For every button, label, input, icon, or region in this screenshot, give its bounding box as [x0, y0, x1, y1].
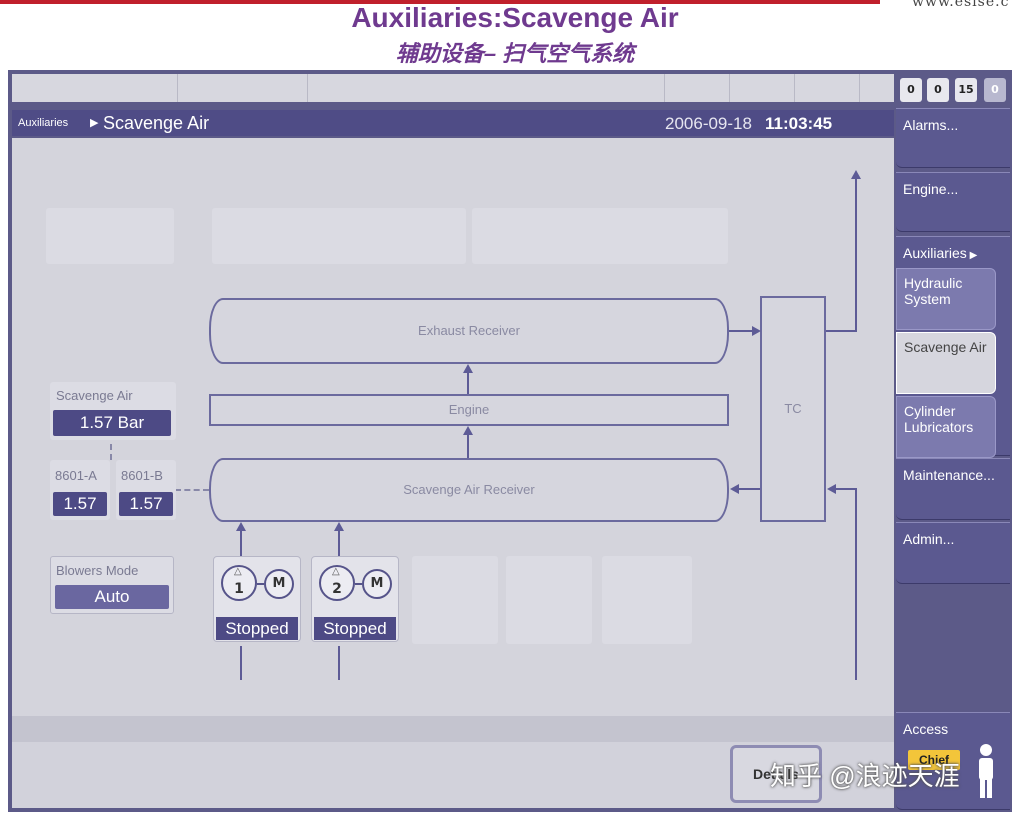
menu-alarms[interactable]: Alarms...: [896, 108, 1010, 168]
page-title: Scavenge Air: [103, 113, 210, 133]
shaft-line: [355, 583, 362, 585]
flow-line: [467, 372, 469, 394]
breadcrumb-arrow-icon: ▶: [90, 117, 99, 129]
sensor-label: 8601-A: [55, 468, 97, 483]
alarm-counter[interactable]: 0: [927, 78, 949, 102]
placeholder-panel: [46, 208, 174, 264]
placeholder-panel: [472, 208, 728, 264]
alarm-counter[interactable]: 15: [955, 78, 977, 102]
toolbar-divider: [794, 74, 795, 102]
menu-admin[interactable]: Admin...: [896, 522, 1010, 584]
flow-line: [826, 330, 856, 332]
toolbar-divider: [177, 74, 178, 102]
watermark: 知乎 @浪迹天涯: [770, 761, 960, 791]
breadcrumb-parent[interactable]: Auxiliaries: [18, 117, 68, 129]
sensor-value[interactable]: 1.57: [53, 492, 107, 516]
flow-arrow-up-icon: [463, 426, 473, 435]
placeholder-panel: [602, 556, 692, 644]
blower-status: Stopped: [216, 617, 298, 640]
flow-arrow-up-icon: [851, 170, 861, 179]
menu-cylinder-lubricators[interactable]: Cylinder Lubricators: [896, 396, 996, 458]
placeholder-panel: [412, 556, 498, 644]
sensor-connector: [110, 444, 112, 460]
flow-arrow-up-icon: [334, 522, 344, 531]
flow-line: [338, 530, 340, 556]
flow-line: [240, 530, 242, 556]
menu-hydraulic-system[interactable]: Hydraulic System: [896, 268, 996, 330]
blower-2[interactable]: 2 △ M Stopped: [311, 556, 399, 642]
slide-title: Auxiliaries:Scavenge Air: [351, 2, 679, 33]
menu-engine[interactable]: Engine...: [896, 172, 1010, 232]
flow-arrow-left-icon: [827, 484, 836, 494]
blowers-mode-select[interactable]: Auto: [55, 585, 169, 609]
sensor-label: 8601-B: [121, 468, 163, 483]
flow-line: [836, 488, 857, 490]
alarm-counter[interactable]: 0: [984, 78, 1006, 102]
engine-block[interactable]: Engine: [209, 394, 729, 426]
flow-arrow-up-icon: [236, 522, 246, 531]
turbocharger[interactable]: TC: [760, 296, 826, 522]
toolbar-divider: [859, 74, 860, 102]
fan-arrow-icon: △: [234, 566, 242, 577]
toolbar-divider: [307, 74, 308, 102]
scavenge-air-label: Scavenge Air: [56, 388, 133, 403]
scavenge-air-receiver[interactable]: Scavenge Air Receiver: [209, 458, 729, 522]
shaft-line: [257, 583, 264, 585]
placeholder-panel: [212, 208, 466, 264]
flow-line: [855, 488, 857, 680]
access-label: Access: [903, 721, 949, 737]
blowers-mode-panel: Blowers Mode Auto: [50, 556, 174, 614]
flow-line: [729, 330, 753, 332]
scavenge-air-value[interactable]: 1.57 Bar: [53, 410, 171, 436]
alarm-counters: 0 0 15 0: [898, 78, 1008, 102]
sensor-value[interactable]: 1.57: [119, 492, 173, 516]
user-icon: [974, 742, 998, 800]
exhaust-receiver[interactable]: Exhaust Receiver: [209, 298, 729, 364]
flow-arrow-left-icon: [730, 484, 739, 494]
flow-arrow-up-icon: [463, 364, 473, 373]
menu-scavenge-air[interactable]: Scavenge Air: [896, 332, 996, 394]
motor-icon: M: [264, 569, 294, 599]
menu-maintenance[interactable]: Maintenance...: [896, 458, 1010, 520]
slide-subtitle: 辅助设备– 扫气空气系统: [395, 41, 635, 66]
blower-1[interactable]: 1 △ M Stopped: [213, 556, 301, 642]
menu-auxiliaries-label: Auxiliaries: [903, 245, 967, 261]
blower-status: Stopped: [314, 617, 396, 640]
diagram-canvas: Exhaust Receiver Engine Scavenge Air Rec…: [12, 138, 894, 716]
flow-line: [240, 646, 242, 680]
sensor-panel-8601a: 8601-A 1.57: [50, 460, 110, 520]
fan-arrow-icon: △: [332, 566, 340, 577]
sensor-panel-8601b: 8601-B 1.57: [116, 460, 176, 520]
flow-line: [855, 178, 857, 332]
date-display: 2006-09-18: [665, 114, 752, 133]
flow-line: [338, 646, 340, 680]
chevron-right-icon: ▶: [966, 250, 978, 261]
sensor-connector: [175, 489, 209, 491]
flow-line: [467, 434, 469, 458]
toolbar-divider: [729, 74, 730, 102]
flow-line: [738, 488, 760, 490]
motor-icon: M: [362, 569, 392, 599]
screen-header: Auxiliaries ▶ Scavenge Air 2006-09-18 11…: [12, 110, 894, 136]
top-toolbar: [12, 74, 894, 102]
scavenge-air-panel: Scavenge Air 1.57 Bar: [50, 382, 176, 440]
placeholder-panel: [506, 556, 592, 644]
toolbar-divider: [664, 74, 665, 102]
time-display: 11:03:45: [765, 114, 833, 133]
alarm-counter[interactable]: 0: [900, 78, 922, 102]
flow-arrow-right-icon: [752, 326, 761, 336]
blowers-mode-label: Blowers Mode: [56, 563, 139, 578]
status-bar: [12, 716, 894, 742]
